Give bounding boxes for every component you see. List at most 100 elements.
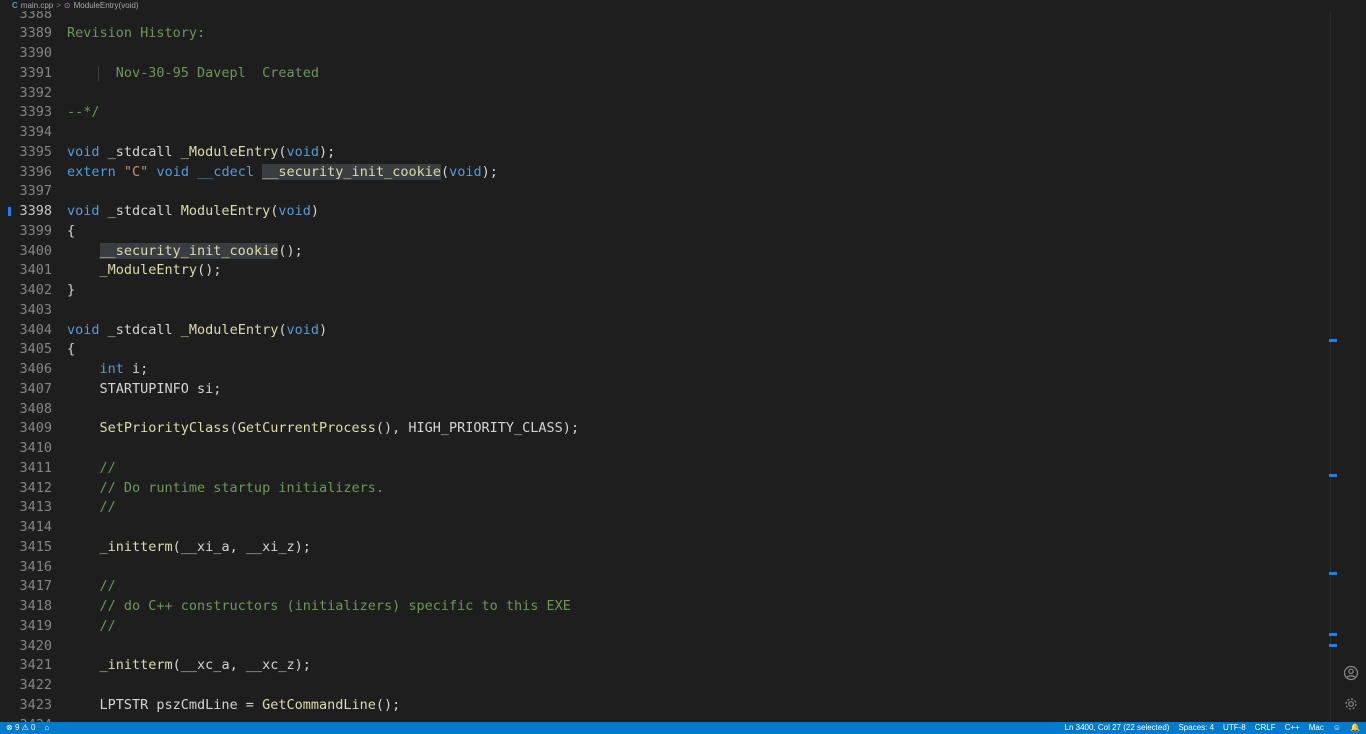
code-token: // (67, 617, 116, 634)
line-code[interactable]: LPTSTR pszCmdLine = GetCommandLine(); (67, 696, 401, 716)
encoding-setting[interactable]: UTF-8 (1223, 722, 1246, 734)
cursor-position[interactable]: Ln 3400, Col 27 (22 selected) (1065, 722, 1170, 734)
code-line[interactable]: 3411 // (0, 459, 1330, 479)
code-line[interactable]: 3420 (0, 637, 1330, 657)
eol-setting[interactable]: CRLF (1255, 722, 1276, 734)
line-code[interactable]: } (67, 281, 75, 301)
line-code[interactable]: int i; (67, 360, 149, 380)
code-line[interactable]: 3391 Nov-30-95 Davepl Created (0, 64, 1330, 84)
line-number: 3390 (19, 45, 52, 61)
code-line[interactable]: 3414 (0, 518, 1330, 538)
line-code[interactable]: void _stdcall ModuleEntry(void) (67, 202, 319, 222)
code-token: SetPriorityClass (99, 420, 230, 437)
code-token: int (99, 361, 124, 377)
code-line[interactable]: 3418 // do C++ constructors (initializer… (0, 597, 1330, 617)
code-line[interactable]: 3423 LPTSTR pszCmdLine = GetCommandLine(… (0, 696, 1330, 716)
code-token: __security_init_cookie (262, 163, 441, 180)
code-line[interactable]: 3406 int i; (0, 360, 1330, 380)
line-number: 3416 (19, 558, 52, 575)
code-line[interactable]: 3399 { (0, 222, 1330, 242)
line-number: 3422 (19, 677, 52, 693)
line-code[interactable]: void _stdcall _ModuleEntry(void) (67, 321, 327, 341)
breadcrumb-file[interactable]: main.cpp (21, 1, 53, 10)
code-line[interactable]: 3398 void _stdcall ModuleEntry(void) (0, 202, 1330, 222)
code-line[interactable]: 3407 STARTUPINFO si; (0, 380, 1330, 400)
code-line[interactable]: 3403 (0, 301, 1330, 321)
problems-indicator[interactable]: ⊗ 9 ⚠ 0 (6, 722, 35, 734)
line-code[interactable]: // (67, 498, 116, 518)
line-code[interactable]: // do C++ constructors (initializers) sp… (67, 597, 571, 617)
code-line[interactable]: 3389 Revision History: (0, 24, 1330, 44)
line-number: 3411 (19, 459, 52, 476)
code-line[interactable]: 3409 SetPriorityClass(GetCurrentProcess(… (0, 419, 1330, 439)
line-code[interactable]: // (67, 617, 116, 637)
line-code[interactable]: _initterm(__xc_a, __xc_z); (67, 656, 311, 676)
code-line[interactable]: 3396 extern "C" void __cdecl __security_i… (0, 163, 1330, 183)
line-number: 3412 (19, 479, 52, 496)
code-line[interactable]: 3408 (0, 400, 1330, 420)
account-icon[interactable] (1342, 665, 1360, 683)
line-code[interactable]: STARTUPINFO si; (67, 380, 222, 400)
code-line[interactable]: 3401 _ModuleEntry(); (0, 261, 1330, 281)
line-number: 3421 (19, 657, 52, 674)
code-line[interactable]: 3392 (0, 84, 1330, 104)
indentation-setting[interactable]: Spaces: 4 (1178, 722, 1214, 734)
code-line[interactable]: 3404 void _stdcall _ModuleEntry(void) (0, 321, 1330, 341)
home-icon[interactable]: ⌂ (44, 722, 49, 734)
code-line[interactable]: 3413 // (0, 498, 1330, 518)
line-code[interactable]: Nov-30-95 Davepl Created (67, 64, 319, 84)
line-code[interactable]: { (67, 222, 75, 242)
line-code[interactable]: // Do runtime startup initializers. (67, 479, 384, 499)
line-code[interactable]: Revision History: (67, 24, 205, 44)
line-number: 3415 (19, 538, 52, 555)
code-line[interactable]: 3412 // Do runtime startup initializers. (0, 479, 1330, 499)
language-mode[interactable]: C++ (1285, 722, 1300, 734)
line-number: 3420 (19, 637, 52, 654)
overview-ruler[interactable] (1330, 11, 1338, 722)
code-line[interactable]: 3390 (0, 44, 1330, 64)
line-code[interactable]: _initterm(__xi_a, __xi_z); (67, 538, 311, 558)
code-line[interactable]: 3415 _initterm(__xi_a, __xi_z); (0, 538, 1330, 558)
code-line[interactable]: 3400 __security_init_cookie(); (0, 242, 1330, 262)
code-line[interactable]: 3422 (0, 676, 1330, 696)
line-code[interactable]: // (67, 459, 116, 479)
code-line[interactable]: 3397 (0, 182, 1330, 202)
line-code[interactable]: _ModuleEntry(); (67, 261, 222, 281)
line-code[interactable]: { (67, 340, 75, 360)
line-number: 3393 (19, 104, 52, 121)
code-line[interactable]: 3395 void _stdcall _ModuleEntry(void); (0, 143, 1330, 163)
feedback-icon[interactable]: ☺ (1333, 722, 1341, 734)
overview-ruler-marker (1329, 339, 1337, 342)
code-line[interactable]: 3416 (0, 558, 1330, 578)
code-token: void (286, 321, 319, 338)
code-line[interactable]: 3421 _initterm(__xc_a, __xc_z); (0, 656, 1330, 676)
code-line[interactable]: 3417 // (0, 577, 1330, 597)
code-line[interactable]: 3410 (0, 439, 1330, 459)
line-number: 3417 (19, 578, 52, 595)
code-line[interactable]: 3388 (0, 11, 1330, 24)
code-token: void (286, 143, 319, 160)
platform-indicator[interactable]: Mac (1309, 722, 1324, 734)
line-code[interactable]: // (67, 577, 116, 597)
line-code[interactable]: SetPriorityClass(GetCurrentProcess(), HI… (67, 419, 580, 439)
code-line[interactable]: 3402} (0, 281, 1330, 301)
code-line[interactable]: 3405 { (0, 340, 1330, 360)
bell-icon[interactable]: 🔔 (1350, 722, 1360, 734)
line-code[interactable]: void _stdcall _ModuleEntry(void); (67, 143, 335, 163)
breadcrumb-symbol[interactable]: ModuleEntry(void) (74, 1, 139, 10)
line-number: 3394 (19, 124, 52, 140)
line-code[interactable]: __security_init_cookie(); (67, 242, 303, 262)
code-token: LPTSTR pszCmdLine = (67, 696, 263, 713)
line-code[interactable]: extern "C" void __cdecl __security_init_… (67, 163, 498, 183)
code-line[interactable]: 3393 --*/ (0, 103, 1330, 123)
line-number: 3397 (19, 183, 52, 200)
code-editor[interactable]: 3388 3389 Revision History: 3390 3391 Nov-30… (0, 11, 1366, 722)
settings-gear-icon[interactable] (1342, 696, 1360, 714)
line-code[interactable]: --*/ (67, 103, 100, 123)
code-line[interactable]: 3419 // (0, 617, 1330, 637)
code-line[interactable]: 3394 (0, 123, 1330, 143)
